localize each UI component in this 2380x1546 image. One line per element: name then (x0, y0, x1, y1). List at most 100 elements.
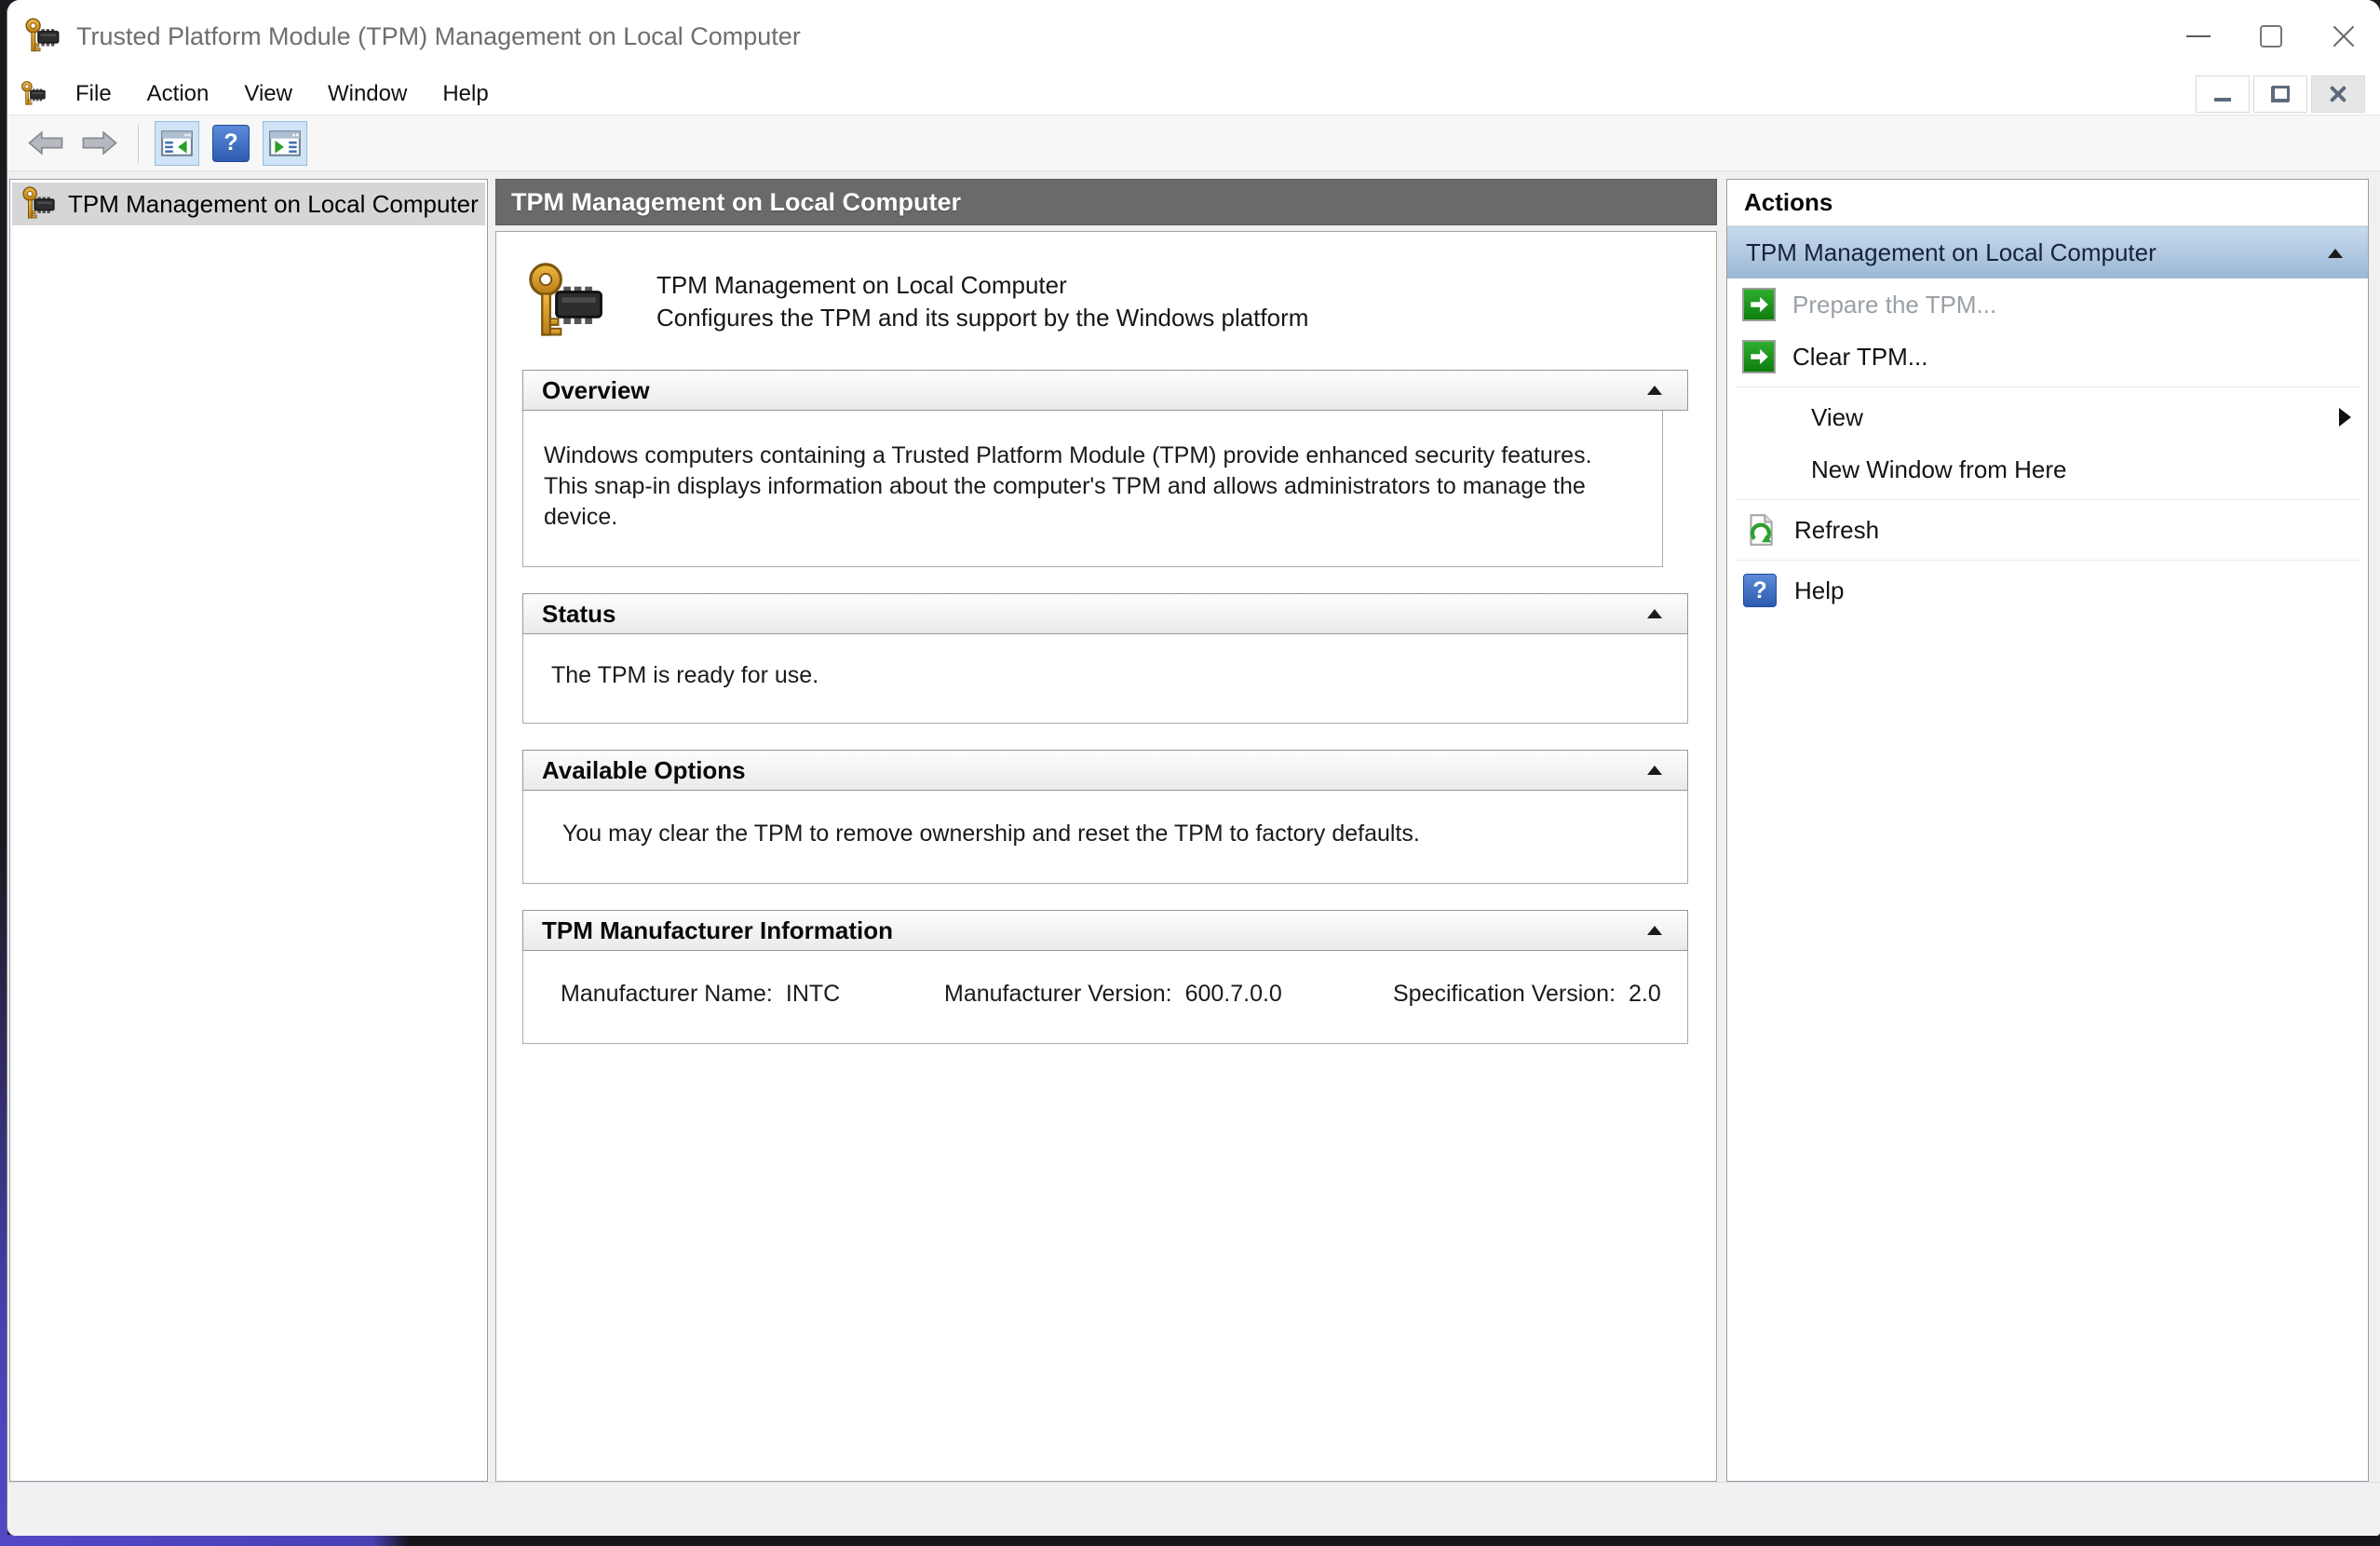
section-manufacturer-info-body: Manufacturer Name: INTC Manufacturer Vers… (522, 951, 1688, 1044)
actions-pane: Actions TPM Management on Local Computer… (1726, 179, 2369, 1482)
status-bar (7, 1482, 2380, 1536)
tpm-management-window: Trusted Platform Module (TPM) Management… (7, 0, 2380, 1536)
tpm-key-icon (526, 260, 612, 346)
collapse-button[interactable] (1641, 600, 1669, 628)
toolbar-help-button[interactable] (209, 121, 253, 166)
section-status: Status The TPM is ready for use. (522, 593, 1688, 724)
action-refresh-label: Refresh (1794, 516, 1879, 545)
actions-separator (1735, 499, 2360, 500)
manufacturer-name-value: INTC (786, 981, 840, 1007)
results-header: TPM Management on Local Computer (495, 179, 1717, 225)
manufacturer-name-label: Manufacturer Name: (561, 981, 773, 1007)
action-prepare-tpm[interactable]: Prepare the TPM... (1727, 278, 2368, 331)
action-pane-icon (268, 127, 302, 160)
minimize-icon (2186, 35, 2211, 37)
console-key-icon (20, 80, 48, 108)
section-manufacturer-info: TPM Manufacturer Information Manufacture… (522, 910, 1688, 1044)
tpm-key-icon (24, 17, 63, 56)
tree-item-tpm-management[interactable]: TPM Management on Local Computer (12, 183, 485, 225)
banner-text: TPM Management on Local Computer Configu… (656, 269, 1308, 334)
section-overview-header[interactable]: Overview (522, 370, 1688, 411)
submenu-arrow-icon (2339, 408, 2351, 427)
toolbar (7, 115, 2380, 171)
console-tree-pane: TPM Management on Local Computer (9, 179, 488, 1482)
results-pane: TPM Management on Local Computer TPM Man… (495, 179, 1717, 1482)
section-available-options-header[interactable]: Available Options (522, 750, 1688, 791)
child-restore-icon (2272, 87, 2289, 102)
green-arrow-icon (1742, 288, 1776, 321)
section-status-title: Status (542, 600, 615, 629)
action-help[interactable]: Help (1727, 564, 2368, 617)
actions-separator (1735, 560, 2360, 561)
collapse-button[interactable] (1641, 916, 1669, 944)
specification-version-value: 2.0 (1629, 981, 1661, 1007)
console-tree-icon (160, 127, 194, 160)
tpm-banner: TPM Management on Local Computer Configu… (496, 232, 1716, 346)
collapse-icon (1647, 766, 1662, 775)
close-button[interactable] (2307, 0, 2380, 73)
section-available-options-title: Available Options (542, 756, 746, 785)
collapse-icon (2328, 249, 2343, 258)
forward-button[interactable] (81, 129, 118, 157)
banner-title: TPM Management on Local Computer (656, 269, 1308, 302)
tpm-key-icon (21, 185, 59, 223)
menu-action[interactable]: Action (129, 81, 227, 107)
green-arrow-icon (1742, 340, 1776, 373)
section-status-header[interactable]: Status (522, 593, 1688, 634)
child-close-icon (2329, 85, 2347, 103)
child-minimize-icon (2214, 98, 2231, 102)
actions-group-header[interactable]: TPM Management on Local Computer (1727, 226, 2368, 278)
results-header-title: TPM Management on Local Computer (511, 188, 961, 217)
action-help-label: Help (1794, 576, 1844, 605)
minimize-button[interactable] (2162, 0, 2235, 73)
actions-separator (1735, 386, 2360, 387)
action-clear-tpm[interactable]: Clear TPM... (1727, 331, 2368, 383)
action-prepare-tpm-label: Prepare the TPM... (1792, 291, 1996, 319)
tree-item-label: TPM Management on Local Computer (68, 190, 479, 219)
menu-bar: File Action View Window Help (7, 73, 2380, 115)
collapse-button[interactable] (1641, 376, 1669, 404)
section-overview-body: Windows computers containing a Trusted P… (522, 411, 1663, 567)
toolbar-separator (138, 124, 139, 163)
back-button[interactable] (27, 129, 64, 157)
collapse-button[interactable] (1641, 756, 1669, 784)
section-overview-title: Overview (542, 376, 650, 405)
specification-version-field: Specification Version: 2.0 (1393, 981, 1663, 1008)
close-icon (2332, 24, 2356, 48)
menu-view[interactable]: View (226, 81, 310, 107)
help-icon (1742, 573, 1778, 608)
title-bar: Trusted Platform Module (TPM) Management… (7, 0, 2380, 73)
refresh-icon (1742, 512, 1778, 548)
menu-file[interactable]: File (58, 81, 129, 107)
collapse-button[interactable] (2321, 239, 2349, 267)
child-close-button[interactable] (2311, 75, 2365, 113)
maximize-button[interactable] (2235, 0, 2307, 73)
results-body: TPM Management on Local Computer Configu… (495, 231, 1717, 1482)
section-overview: Overview Windows computers containing a … (522, 370, 1688, 567)
manufacturer-version-field: Manufacturer Version: 600.7.0.0 (944, 981, 1393, 1008)
section-manufacturer-info-title: TPM Manufacturer Information (542, 916, 893, 945)
specification-version-label: Specification Version: (1393, 981, 1616, 1007)
actions-pane-title: Actions (1727, 180, 2368, 226)
collapse-icon (1647, 609, 1662, 618)
collapse-icon (1647, 386, 1662, 395)
action-new-window-label: New Window from Here (1811, 455, 2067, 484)
manufacturer-version-label: Manufacturer Version: (944, 981, 1172, 1007)
window-title: Trusted Platform Module (TPM) Management… (76, 22, 801, 51)
action-refresh[interactable]: Refresh (1727, 504, 2368, 556)
action-view-label: View (1811, 403, 1863, 432)
menu-window[interactable]: Window (310, 81, 425, 107)
manufacturer-version-value: 600.7.0.0 (1185, 981, 1282, 1007)
action-clear-tpm-label: Clear TPM... (1792, 343, 1927, 372)
action-view[interactable]: View (1727, 391, 2368, 443)
maximize-icon (2260, 25, 2282, 47)
help-icon (212, 125, 250, 162)
show-action-pane-button[interactable] (263, 121, 307, 166)
section-manufacturer-info-header[interactable]: TPM Manufacturer Information (522, 910, 1688, 951)
menu-help[interactable]: Help (425, 81, 506, 107)
show-console-tree-button[interactable] (155, 121, 199, 166)
section-available-options-body: You may clear the TPM to remove ownershi… (522, 791, 1688, 884)
child-minimize-button[interactable] (2196, 75, 2250, 113)
action-new-window[interactable]: New Window from Here (1727, 443, 2368, 495)
child-restore-button[interactable] (2253, 75, 2307, 113)
